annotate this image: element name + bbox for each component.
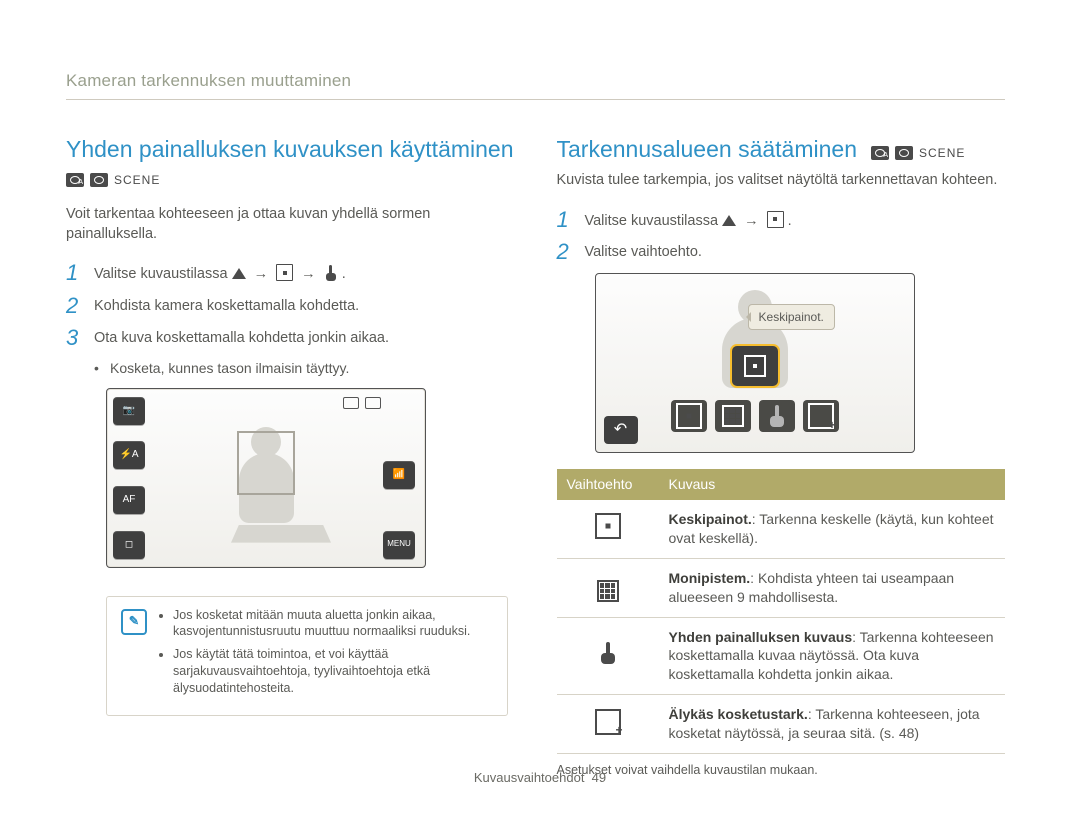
mode-context-left: SCENE: [66, 173, 160, 187]
table-row: Älykäs kosketustark.: Tarkenna kohteesee…: [557, 695, 1006, 754]
left-step-1: Valitse kuvaustilassa → → .: [94, 262, 515, 285]
step1-prefix: Valitse kuvaustilassa: [94, 266, 232, 282]
touch-shot-icon: [599, 642, 617, 664]
footer-page-number: 49: [592, 770, 606, 785]
status-icon: [343, 397, 359, 409]
row-term: Keskipainot.: [669, 511, 752, 527]
note-item: Jos käytät tätä toimintoa, et voi käyttä…: [173, 646, 495, 697]
step-number: 2: [557, 241, 585, 263]
center-af-icon: [595, 513, 621, 539]
mode-auto-icon: [871, 146, 889, 160]
step-number: 3: [66, 327, 94, 349]
th-desc: Kuvaus: [659, 469, 1006, 500]
option-touch-shot[interactable]: [759, 400, 795, 432]
breadcrumb: Kameran tarkennuksen muuttaminen: [66, 70, 1005, 100]
lcd-menu-button[interactable]: MENU: [383, 531, 415, 559]
left-lead: Voit tarkentaa kohteeseen ja ottaa kuvan…: [66, 205, 515, 244]
back-button[interactable]: ↶: [604, 416, 638, 444]
page-footer: Kuvausvaihtoehdot 49: [0, 769, 1080, 787]
right-lead: Kuvista tulee tarkempia, jos valitset nä…: [557, 171, 1006, 191]
mode-auto-icon: [66, 173, 84, 187]
step-number: 1: [557, 209, 585, 232]
option-multi-af[interactable]: [715, 400, 751, 432]
note-item: Jos kosketat mitään muuta aluetta jonkin…: [173, 607, 495, 641]
tooltip-label: Keskipainot.: [748, 304, 835, 330]
left-heading: Yhden painalluksen kuvauksen käyttäminen: [66, 134, 515, 165]
step-number: 2: [66, 295, 94, 317]
step1-prefix: Valitse kuvaustilassa: [585, 213, 723, 229]
menu-up-icon: [722, 215, 736, 226]
lcd-flash-button[interactable]: ⚡A: [113, 441, 145, 469]
right-heading: Tarkennusalueen säätäminen: [557, 136, 857, 162]
note-box: ✎ Jos kosketat mitään muuta aluetta jonk…: [106, 596, 508, 716]
smart-touch-icon: [595, 709, 621, 735]
mode-program-icon: [90, 173, 108, 187]
row-term: Älykäs kosketustark.: [669, 706, 808, 722]
left-step-3-bullet: Kosketa, kunnes tason ilmaisin täyttyy.: [110, 359, 515, 378]
mode-scene-icon: SCENE: [114, 173, 160, 187]
arrow-icon: →: [254, 266, 269, 282]
info-icon: ✎: [121, 609, 147, 635]
step-number: 1: [66, 262, 94, 285]
arrow-icon: →: [744, 213, 759, 229]
mode-context-right: SCENE: [871, 146, 965, 160]
arrow-icon: →: [301, 266, 316, 282]
mode-program-icon: [895, 146, 913, 160]
lcd-mode-button[interactable]: 📷: [113, 397, 145, 425]
th-option: Vaihtoehto: [557, 469, 659, 500]
battery-icon: [365, 397, 381, 409]
table-row: Monipistem.: Kohdista yhteen tai useampa…: [557, 558, 1006, 617]
focus-center-selected[interactable]: [732, 346, 778, 386]
menu-up-icon: [232, 268, 246, 279]
left-step-3: Ota kuva koskettamalla kohdetta jonkin a…: [94, 327, 515, 349]
mode-scene-icon: SCENE: [919, 146, 965, 160]
camera-screen-preview: 📷 ⚡A AF ◻ 📶 MENU: [106, 388, 426, 568]
touch-hand-icon: [324, 265, 338, 281]
lcd-signal-button[interactable]: 📶: [383, 461, 415, 489]
table-row: Keskipainot.: Tarkenna keskelle (käytä, …: [557, 500, 1006, 558]
lcd-focus-area-button[interactable]: ◻: [113, 531, 145, 559]
row-term: Monipistem.: [669, 570, 751, 586]
option-smart-touch[interactable]: [803, 400, 839, 432]
row-term: Yhden painalluksen kuvaus: [669, 629, 853, 645]
step1-suffix: .: [342, 266, 346, 282]
right-step-1: Valitse kuvaustilassa → .: [585, 209, 1006, 232]
table-row: Yhden painalluksen kuvaus: Tarkenna koht…: [557, 617, 1006, 695]
lcd-af-button[interactable]: AF: [113, 486, 145, 514]
focus-area-screen: Keskipainot. ↶: [595, 273, 915, 453]
option-center-af[interactable]: [671, 400, 707, 432]
right-step-2: Valitse vaihtoehto.: [585, 241, 1006, 263]
left-column: Yhden painalluksen kuvauksen käyttäminen…: [66, 134, 515, 779]
multi-af-icon: [597, 580, 619, 602]
step1-suffix: .: [788, 213, 792, 229]
focus-frame-icon: [237, 431, 295, 495]
focus-center-icon: [767, 211, 784, 228]
right-column: Tarkennusalueen säätäminen SCENE Kuvista…: [557, 134, 1006, 779]
footer-section: Kuvausvaihtoehdot: [474, 770, 585, 785]
options-table: Vaihtoehto Kuvaus Keskipainot.: Tarkenna…: [557, 469, 1006, 754]
left-step-2: Kohdista kamera koskettamalla kohdetta.: [94, 295, 515, 317]
focus-center-icon: [276, 264, 293, 281]
